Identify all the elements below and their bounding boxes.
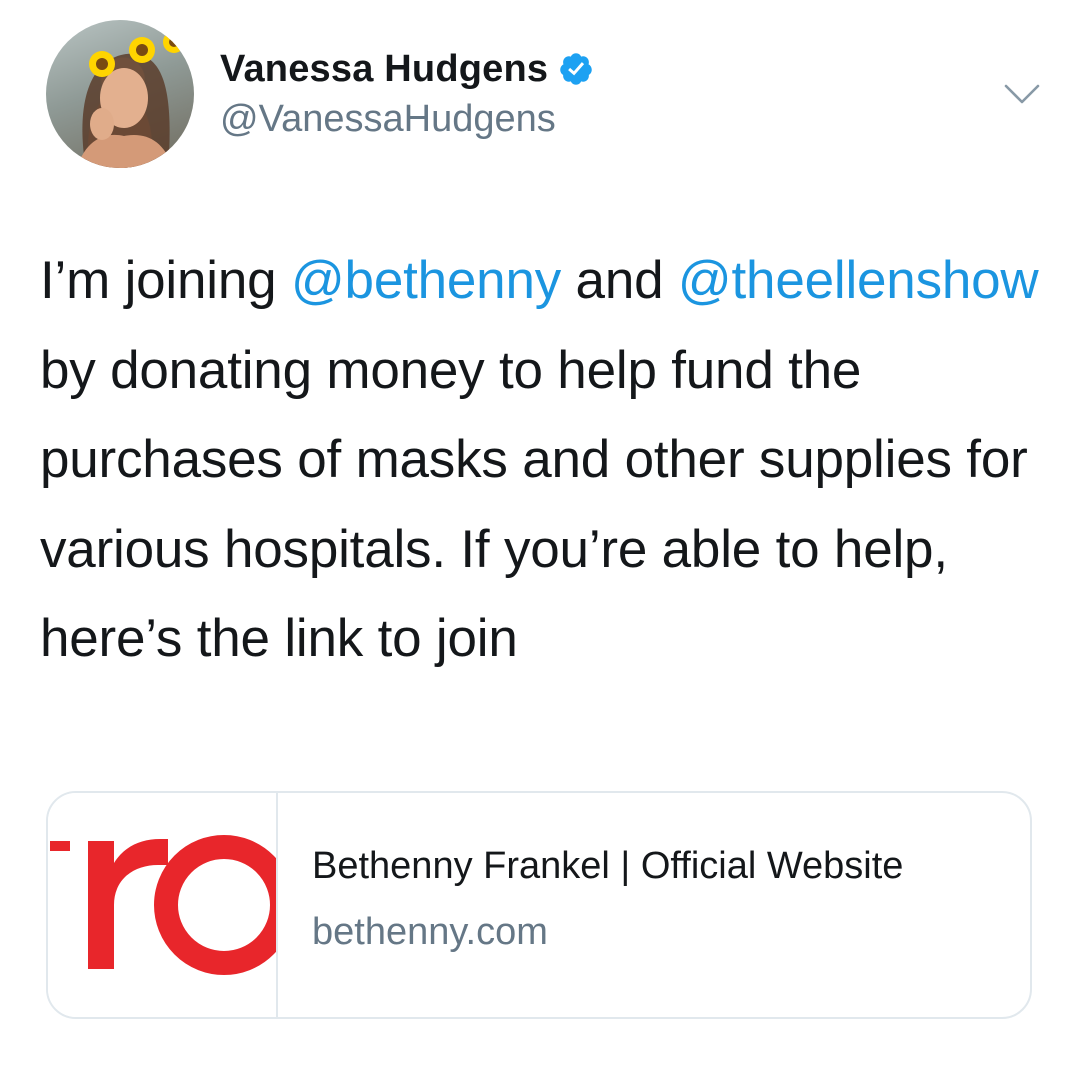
mention-link-bethenny[interactable]: @bethenny xyxy=(291,251,561,310)
tweet-text: I’m joining @bethenny and @theellenshow … xyxy=(40,236,1050,684)
link-card[interactable]: Bethenny Frankel | Official Website beth… xyxy=(46,791,1032,1019)
logo-fragment-image xyxy=(50,835,276,975)
link-card-domain[interactable]: bethenny.com xyxy=(312,911,548,954)
tweet: Vanessa Hudgens @VanessaHudgens I’m join… xyxy=(0,0,1080,1080)
chevron-down-icon[interactable] xyxy=(1002,82,1042,106)
tweet-text-segment: I’m joining xyxy=(40,251,291,310)
verified-badge-icon xyxy=(558,51,594,87)
author-handle[interactable]: @VanessaHudgens xyxy=(220,98,556,141)
link-card-title[interactable]: Bethenny Frankel | Official Website xyxy=(312,845,903,888)
author-avatar[interactable] xyxy=(46,20,194,168)
link-card-thumbnail[interactable] xyxy=(48,793,278,1017)
mention-link-theellenshow[interactable]: @theellenshow xyxy=(678,251,1039,310)
avatar-image xyxy=(76,31,185,168)
author-name-row[interactable]: Vanessa Hudgens xyxy=(220,44,594,94)
author-display-name[interactable]: Vanessa Hudgens xyxy=(220,48,548,91)
tweet-text-segment: and xyxy=(561,251,678,310)
tweet-text-segment: by donating money to help fund the purch… xyxy=(40,340,1028,669)
